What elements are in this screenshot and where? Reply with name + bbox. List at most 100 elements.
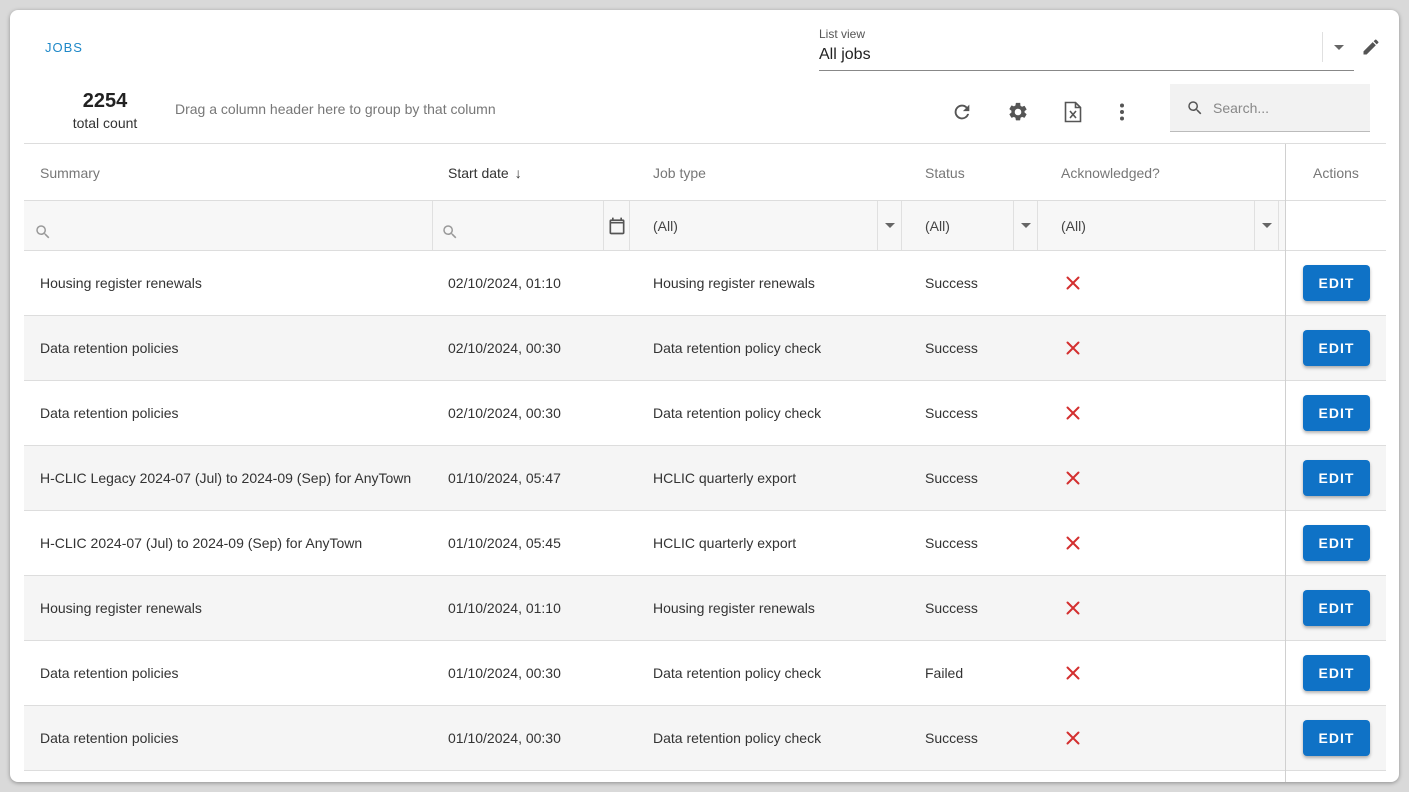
cell-status: Success xyxy=(925,340,978,356)
edit-button[interactable]: EDIT xyxy=(1303,525,1370,561)
edit-button[interactable]: EDIT xyxy=(1303,720,1370,756)
cell-start-date: 01/10/2024, 00:30 xyxy=(448,665,561,681)
column-header-summary[interactable]: Summary xyxy=(40,144,100,201)
jobs-grid: Summary Start date ↓ Job type Status Ack… xyxy=(24,143,1386,782)
edit-list-view-button[interactable] xyxy=(1358,34,1384,60)
edit-button[interactable]: EDIT xyxy=(1303,395,1370,431)
pencil-icon xyxy=(1363,39,1379,55)
list-view-select[interactable]: List view All jobs xyxy=(819,24,1354,71)
edit-button[interactable]: EDIT xyxy=(1303,590,1370,626)
cell-job-type: Data retention policy check xyxy=(653,340,822,356)
cell-status: Success xyxy=(925,275,978,291)
cell-start-date: 01/10/2024, 00:30 xyxy=(448,730,561,746)
filter-divider xyxy=(603,201,604,250)
cell-summary: Data retention policies xyxy=(40,340,179,356)
job-type-filter[interactable]: (All) xyxy=(630,201,901,250)
cell-job-type: Housing register renewals xyxy=(653,275,815,291)
cell-start-date: 02/10/2024, 00:30 xyxy=(448,405,561,421)
search-input[interactable] xyxy=(1213,99,1363,116)
cell-status: Success xyxy=(925,470,978,486)
cell-summary: Housing register renewals xyxy=(40,600,202,616)
cell-summary: Data retention policies xyxy=(40,665,179,681)
column-header-status[interactable]: Status xyxy=(925,144,965,201)
total-count-label: total count xyxy=(72,115,138,131)
close-x-icon xyxy=(1066,341,1080,355)
list-view-value: All jobs xyxy=(819,46,871,63)
chevron-down-icon[interactable] xyxy=(1322,32,1354,62)
export-excel-button[interactable] xyxy=(1055,94,1091,130)
edit-button[interactable]: EDIT xyxy=(1303,330,1370,366)
search-field[interactable] xyxy=(1170,84,1370,132)
search-icon xyxy=(36,224,50,238)
close-x-icon xyxy=(1066,406,1080,420)
table-row[interactable]: Housing register renewals 01/10/2024, 01… xyxy=(24,576,1386,641)
group-by-drop-zone[interactable]: Drag a column header here to group by th… xyxy=(175,101,496,117)
filter-divider xyxy=(901,201,902,250)
edit-button[interactable]: EDIT xyxy=(1303,655,1370,691)
edit-button[interactable]: EDIT xyxy=(1303,460,1370,496)
page-title: Jobs xyxy=(45,40,83,55)
table-row[interactable]: Data retention policies 01/10/2024, 00:3… xyxy=(24,706,1386,771)
table-row[interactable]: Data retention policies 02/10/2024, 00:3… xyxy=(24,316,1386,381)
total-count-value: 2254 xyxy=(82,90,128,112)
close-x-icon xyxy=(1066,276,1080,290)
acknowledged-filter-value: (All) xyxy=(1061,217,1086,234)
cell-job-type: Data retention policy check xyxy=(653,665,822,681)
table-row[interactable]: Data retention policies 02/10/2024, 00:3… xyxy=(24,381,1386,446)
table-row[interactable]: Housing register renewals 02/10/2024, 01… xyxy=(24,251,1386,316)
search-icon xyxy=(1188,100,1202,114)
table-row[interactable]: H-CLIC 2024-07 (Jul) to 2024-09 (Sep) fo… xyxy=(24,511,1386,576)
search-icon xyxy=(443,224,457,238)
cell-status: Success xyxy=(925,405,978,421)
date-picker-button[interactable] xyxy=(604,201,629,250)
grid-filter-row: (All) (All) (All) xyxy=(24,201,1386,251)
close-x-icon xyxy=(1066,471,1080,485)
chevron-down-icon[interactable] xyxy=(1254,201,1278,250)
column-header-start-date-label: Start date xyxy=(448,164,509,181)
cell-acknowledged xyxy=(1066,316,1080,380)
status-filter[interactable]: (All) xyxy=(902,201,1037,250)
cell-acknowledged xyxy=(1066,446,1080,510)
cell-summary: Data retention policies xyxy=(40,730,179,746)
jobs-panel: Jobs List view All jobs 2254 total count… xyxy=(10,10,1399,782)
table-row[interactable]: Data retention policies 01/10/2024, 00:3… xyxy=(24,641,1386,706)
column-header-start-date[interactable]: Start date ↓ xyxy=(448,144,522,201)
cell-job-type: HCLIC quarterly export xyxy=(653,535,797,551)
cell-start-date: 01/10/2024, 05:45 xyxy=(448,535,561,551)
close-x-icon xyxy=(1066,731,1080,745)
settings-button[interactable] xyxy=(1000,94,1036,130)
status-filter-value: (All) xyxy=(925,217,950,234)
edit-button[interactable]: EDIT xyxy=(1303,265,1370,301)
cell-job-type: Data retention policy check xyxy=(653,405,822,421)
cell-acknowledged xyxy=(1066,706,1080,770)
column-header-acknowledged[interactable]: Acknowledged? xyxy=(1061,144,1160,201)
cell-start-date: 02/10/2024, 01:10 xyxy=(448,275,561,291)
cell-job-type: HCLIC quarterly export xyxy=(653,470,797,486)
chevron-down-icon[interactable] xyxy=(877,201,901,250)
column-header-actions: Actions xyxy=(1313,164,1359,181)
filter-divider xyxy=(629,201,630,250)
start-date-filter[interactable] xyxy=(433,201,603,250)
summary-filter[interactable] xyxy=(24,201,432,250)
total-count: 2254 total count xyxy=(60,90,150,131)
excel-export-icon xyxy=(1064,101,1082,123)
more-options-button[interactable] xyxy=(1104,94,1140,130)
gear-icon xyxy=(1009,102,1027,121)
cell-summary: H-CLIC 2024-07 (Jul) to 2024-09 (Sep) fo… xyxy=(40,535,363,551)
cell-start-date: 01/10/2024, 05:47 xyxy=(448,470,561,486)
cell-acknowledged xyxy=(1066,576,1080,640)
column-header-job-type[interactable]: Job type xyxy=(653,144,706,201)
acknowledged-filter[interactable]: (All) xyxy=(1038,201,1278,250)
sort-descending-icon: ↓ xyxy=(514,164,522,181)
cell-acknowledged xyxy=(1066,641,1080,705)
refresh-button[interactable] xyxy=(944,94,980,130)
close-x-icon xyxy=(1066,666,1080,680)
cell-acknowledged xyxy=(1066,511,1080,575)
cell-acknowledged xyxy=(1066,251,1080,315)
close-x-icon xyxy=(1066,536,1080,550)
calendar-icon xyxy=(609,217,624,234)
cell-summary: Data retention policies xyxy=(40,405,179,421)
chevron-down-icon[interactable] xyxy=(1013,201,1037,250)
cell-job-type: Data retention policy check xyxy=(653,730,822,746)
table-row[interactable]: H-CLIC Legacy 2024-07 (Jul) to 2024-09 (… xyxy=(24,446,1386,511)
